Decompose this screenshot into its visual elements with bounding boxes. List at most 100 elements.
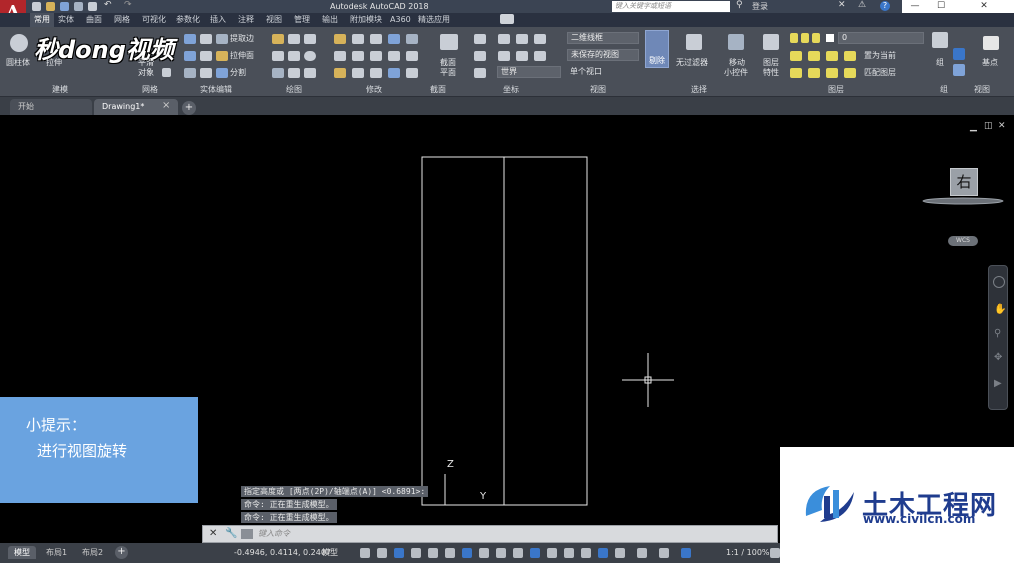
selection-cycling-icon[interactable] bbox=[547, 548, 557, 558]
group-button[interactable]: 组 bbox=[936, 58, 944, 68]
group-title-view-2[interactable]: 视图 bbox=[974, 84, 990, 96]
layer-tool-icon-7[interactable] bbox=[826, 68, 838, 78]
viewport-config-button[interactable]: 单个视口 bbox=[570, 67, 602, 77]
workspace-icon[interactable] bbox=[681, 548, 691, 558]
polar-icon[interactable] bbox=[445, 548, 455, 558]
world-ucs-select[interactable]: 世界 bbox=[497, 66, 561, 78]
annotation-scale[interactable]: 1:1 / 100% bbox=[726, 546, 770, 560]
ellipse-icon[interactable] bbox=[304, 68, 316, 78]
ucs-icon[interactable] bbox=[474, 34, 486, 44]
layer-tool-icon-1[interactable] bbox=[790, 51, 802, 61]
showmotion-icon[interactable]: ▶ bbox=[994, 378, 1002, 389]
ucs-named-icon[interactable] bbox=[474, 68, 486, 78]
minimize-button[interactable]: — bbox=[902, 0, 928, 13]
gizmo-status-icon[interactable] bbox=[615, 548, 625, 558]
gizmo-icon[interactable] bbox=[728, 34, 744, 50]
group-title-draw[interactable]: 绘图 bbox=[286, 84, 302, 96]
ucs-x-icon[interactable] bbox=[516, 34, 528, 44]
ucs-view-icon[interactable] bbox=[516, 51, 528, 61]
layer-lock-icon[interactable] bbox=[812, 33, 820, 43]
dynamic-ucs-icon[interactable] bbox=[411, 548, 421, 558]
ribbon-tab-1[interactable]: 实体 bbox=[58, 13, 74, 27]
group-title-selection[interactable]: 选择 bbox=[691, 84, 707, 96]
ribbon-tab-6[interactable]: 插入 bbox=[210, 13, 226, 27]
group-title-section[interactable]: 截面 bbox=[430, 84, 446, 96]
explode-icon[interactable] bbox=[406, 34, 418, 44]
ribbon-tab-10[interactable]: 输出 bbox=[322, 13, 338, 27]
section-plane-button[interactable]: 截面 bbox=[440, 58, 456, 68]
pan-icon[interactable]: ✋ bbox=[994, 304, 1006, 315]
navigation-bar[interactable]: ✋ ⚲ ✥ ▶ bbox=[988, 265, 1008, 410]
customize-icon[interactable]: 🔧 bbox=[225, 528, 237, 539]
cylinder-icon[interactable] bbox=[10, 34, 28, 52]
circle-icon[interactable] bbox=[304, 51, 316, 61]
help-icon[interactable]: ? bbox=[880, 1, 890, 11]
ribbon-tab-11[interactable]: 附加模块 bbox=[350, 13, 382, 27]
spline-icon[interactable] bbox=[272, 51, 284, 61]
annotation-visibility-icon[interactable] bbox=[637, 548, 647, 558]
isolate-icon[interactable] bbox=[770, 548, 780, 558]
extract-edges-icon[interactable] bbox=[216, 34, 228, 44]
exchange-icon[interactable]: ✕ bbox=[838, 0, 846, 10]
ribbon-tab-12[interactable]: A360 bbox=[390, 13, 411, 27]
array-icon[interactable] bbox=[388, 51, 400, 61]
ribbon-tab-2[interactable]: 曲面 bbox=[86, 13, 102, 27]
tab-layout2[interactable]: 布局2 bbox=[76, 546, 109, 559]
group-edit-icon[interactable] bbox=[953, 64, 965, 76]
wcs-menu[interactable]: WCS bbox=[948, 236, 978, 246]
layer-tool-icon-6[interactable] bbox=[808, 68, 820, 78]
ucs-y-icon[interactable] bbox=[534, 34, 546, 44]
add-layout-button[interactable]: + bbox=[115, 546, 128, 559]
base-point-icon[interactable] bbox=[983, 36, 999, 50]
group-icon[interactable] bbox=[932, 32, 948, 48]
extrude-button[interactable]: 拉伸 bbox=[46, 58, 62, 68]
saved-view-select[interactable]: 未保存的视图 bbox=[567, 49, 639, 61]
undo-icon[interactable]: ↶ bbox=[104, 0, 112, 10]
dynamic-input-icon[interactable] bbox=[581, 548, 591, 558]
group-title-view[interactable]: 视图 bbox=[590, 84, 606, 96]
selection-filter-icon[interactable] bbox=[598, 548, 608, 558]
section-plane-icon[interactable] bbox=[440, 34, 458, 50]
search-input[interactable]: 键入关键字或短语 bbox=[612, 1, 730, 12]
visual-style-select[interactable]: 二维线框 bbox=[567, 32, 639, 44]
extrude-face-button[interactable]: 拉伸面 bbox=[230, 51, 254, 61]
layer-select[interactable]: 0 bbox=[838, 32, 924, 44]
lineweight-icon[interactable] bbox=[513, 548, 523, 558]
tab-model[interactable]: 模型 bbox=[8, 546, 36, 559]
layer-properties-button[interactable]: 图层 bbox=[763, 58, 779, 68]
layer-properties-icon[interactable] bbox=[763, 34, 779, 50]
draw-tools[interactable] bbox=[272, 30, 332, 80]
intersect-icon[interactable] bbox=[184, 51, 196, 61]
auto-scale-icon[interactable] bbox=[659, 548, 669, 558]
group-title-group[interactable]: 组 bbox=[940, 84, 948, 96]
base-point-button[interactable]: 基点 bbox=[982, 58, 998, 68]
open-file-icon[interactable] bbox=[46, 2, 55, 11]
match-layer-button[interactable]: 匹配图层 bbox=[864, 68, 896, 78]
rectangle-icon[interactable] bbox=[288, 68, 300, 78]
mesh-icon[interactable] bbox=[162, 68, 171, 77]
tab-start[interactable]: 开始 bbox=[10, 99, 92, 115]
offset-icon[interactable] bbox=[406, 51, 418, 61]
object-snap-tracking-icon[interactable] bbox=[479, 548, 489, 558]
object-snap-icon[interactable] bbox=[496, 548, 506, 558]
line-icon[interactable] bbox=[288, 51, 300, 61]
ucs-world-icon[interactable] bbox=[498, 34, 510, 44]
isodraft-icon[interactable] bbox=[462, 548, 472, 558]
group-select-icon[interactable] bbox=[953, 48, 965, 60]
mirror-icon[interactable] bbox=[352, 51, 364, 61]
group-title-modeling[interactable]: 建模 bbox=[52, 84, 68, 96]
group-title-modify[interactable]: 修改 bbox=[366, 84, 382, 96]
helix-icon[interactable] bbox=[288, 34, 300, 44]
cylinder-button[interactable]: 圆柱体 bbox=[6, 58, 30, 68]
new-tab-button[interactable]: + bbox=[182, 101, 196, 115]
move-icon[interactable] bbox=[334, 34, 346, 44]
layer-freeze-icon[interactable] bbox=[801, 33, 809, 43]
fillet-icon[interactable] bbox=[370, 51, 382, 61]
group-title-coordinates[interactable]: 坐标 bbox=[503, 84, 519, 96]
no-filter-button[interactable]: 无过滤器 bbox=[676, 58, 708, 68]
layer-tool-icon-3[interactable] bbox=[826, 51, 838, 61]
ribbon-tab-13[interactable]: 精选应用 bbox=[418, 13, 450, 27]
layer-tool-icon-4[interactable] bbox=[844, 51, 856, 61]
rotate-icon[interactable] bbox=[352, 34, 364, 44]
align-icon[interactable] bbox=[388, 34, 400, 44]
